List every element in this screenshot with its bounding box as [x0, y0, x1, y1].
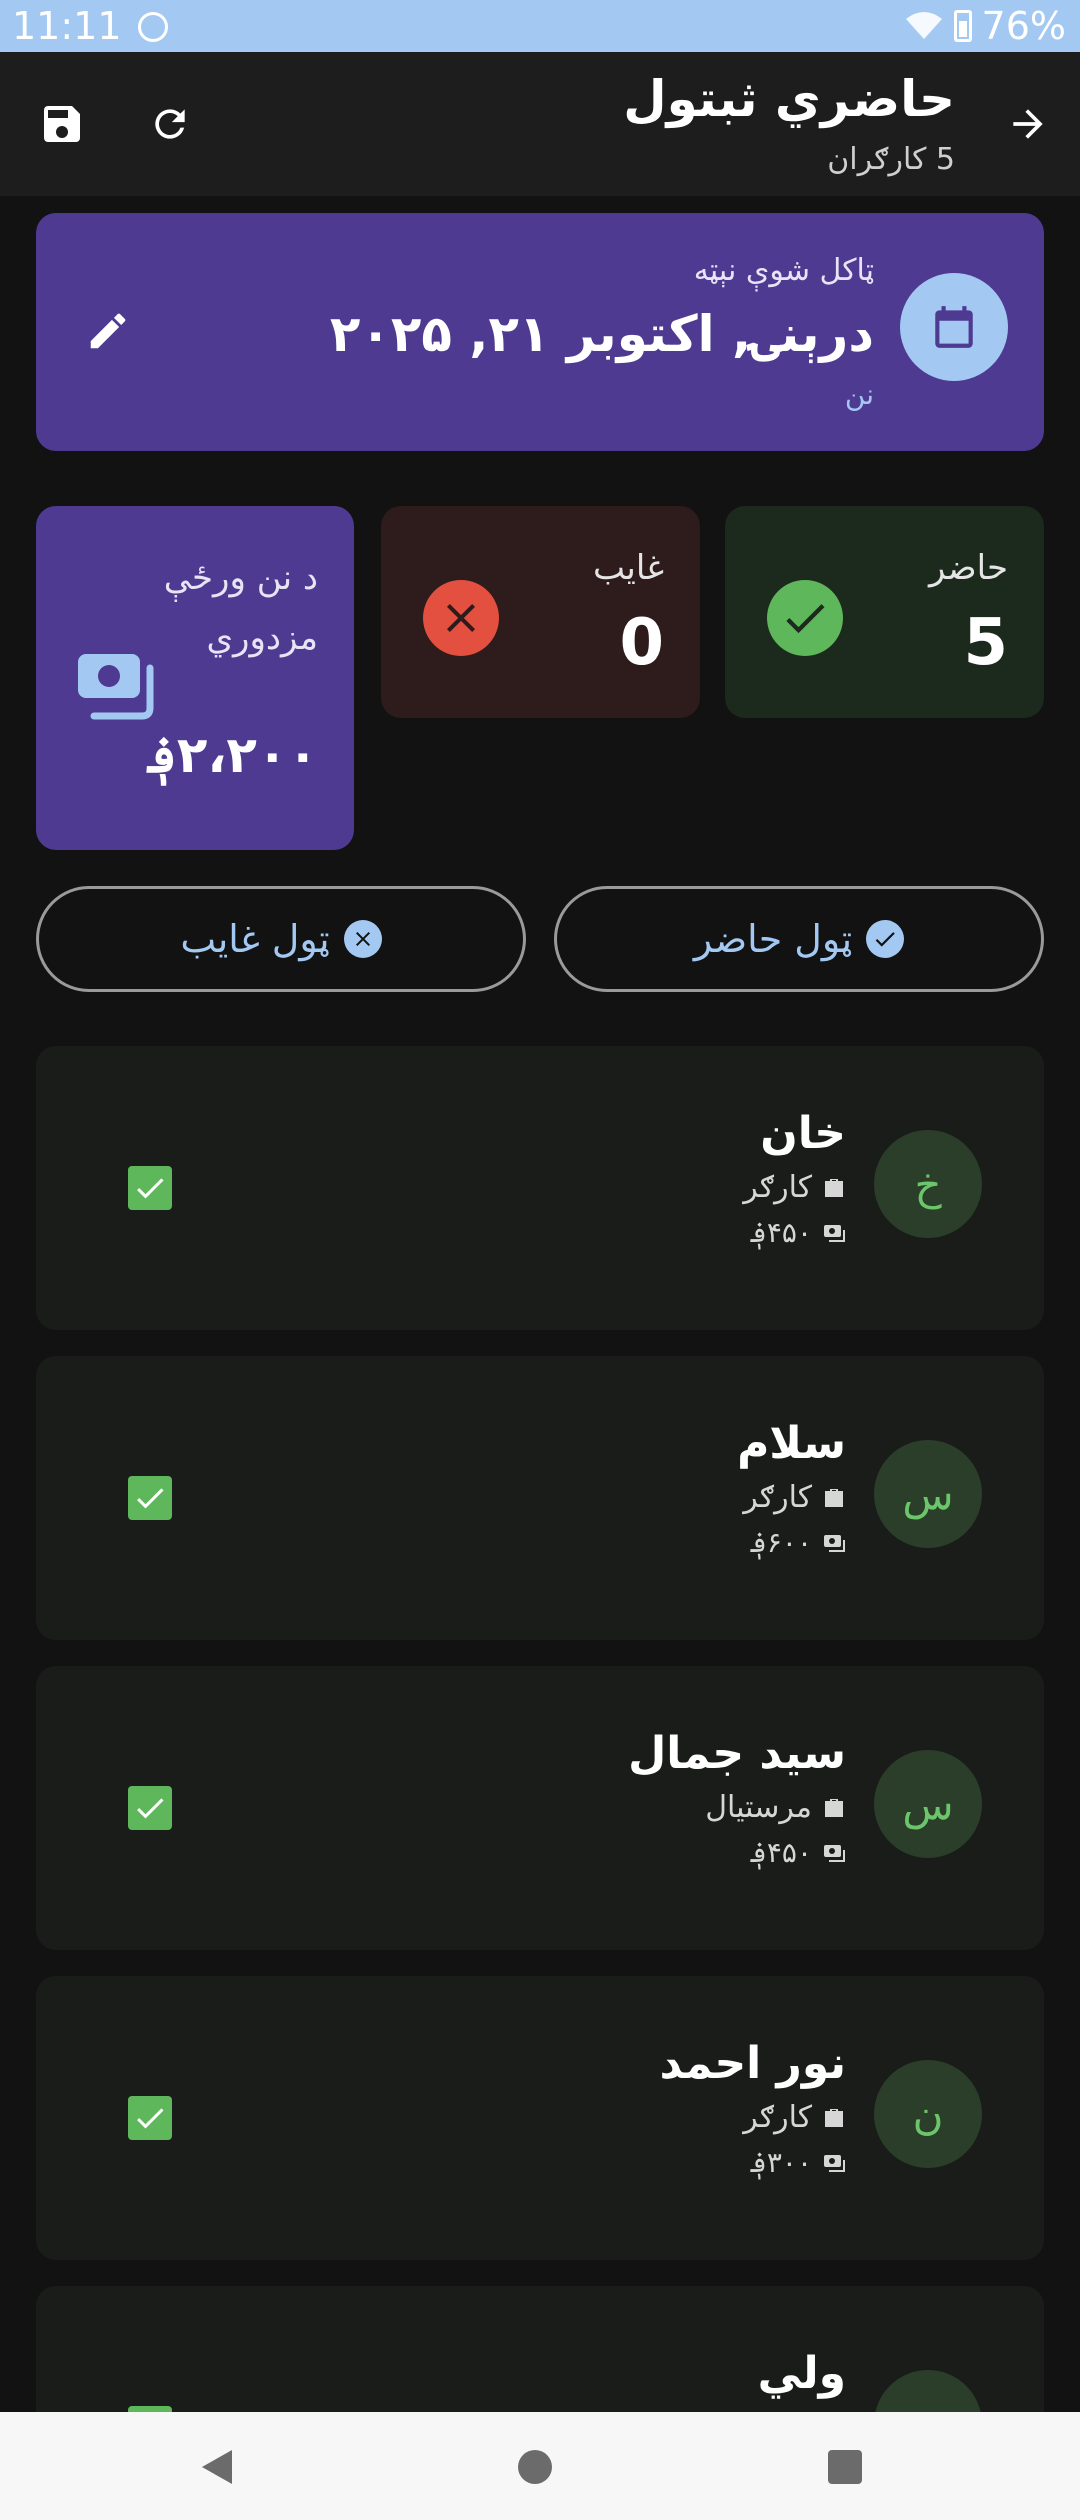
whatsapp-icon	[138, 12, 168, 42]
worker-role: کارګر	[743, 2100, 846, 2135]
edit-date-button[interactable]	[72, 295, 144, 367]
briefcase-icon	[825, 1488, 843, 1507]
worker-card[interactable]: ن نور احمد کارګر ۳۰۰؋	[36, 1976, 1044, 2260]
money-icon	[824, 2154, 845, 2172]
worker-card[interactable]: خ خان کارګر ۴۵۰؋	[36, 1046, 1044, 1330]
money-icon	[824, 1224, 845, 1242]
worker-wage: ۴۵۰؋	[750, 1836, 846, 1869]
mark-all-absent-button[interactable]: ټول غايب	[36, 886, 526, 992]
worker-wage-text: ۴۵۰؋	[750, 1216, 812, 1249]
app-bar: حاضري ثبتول 5 کارګران	[0, 52, 1080, 196]
worker-role: کارګر	[743, 1170, 846, 1205]
avatar: و	[874, 2370, 982, 2412]
date-card[interactable]: ټاکل شوې نېټه درېنۍ, اکتوبر ۲۱, ۲۰۲۵ نن	[36, 213, 1044, 451]
worker-wage-text: ۴۵۰؋	[750, 1836, 812, 1869]
present-count: 5	[963, 606, 1008, 680]
worker-wage: ۴۵۰؋	[750, 1216, 846, 1249]
worker-wage: ۶۰۰؋	[750, 1526, 846, 1559]
refresh-button[interactable]	[134, 88, 206, 160]
worker-wage-text: ۶۰۰؋	[750, 1526, 812, 1559]
nav-home-icon[interactable]	[518, 2450, 552, 2484]
system-nav-bar	[0, 2412, 1080, 2520]
nav-recents-icon[interactable]	[828, 2450, 862, 2484]
battery-icon	[953, 10, 972, 42]
worker-role-text: کارګر	[743, 1480, 812, 1515]
mark-all-present-button[interactable]: ټول حاضر	[554, 886, 1044, 992]
pencil-icon	[90, 313, 126, 349]
attendance-checkbox[interactable]	[128, 1166, 172, 1210]
worker-name: سلام	[737, 1418, 846, 1469]
avatar: خ	[874, 1130, 982, 1238]
check-circle-icon	[767, 580, 843, 656]
date-label: ټاکل شوې نېټه	[693, 253, 874, 288]
avatar: ن	[874, 2060, 982, 2168]
cancel-circle-icon	[423, 580, 499, 656]
attendance-checkbox[interactable]	[128, 2096, 172, 2140]
arrow-forward-icon	[1013, 109, 1043, 139]
check-icon	[137, 2108, 164, 2129]
worker-card[interactable]: و ولي	[36, 2286, 1044, 2412]
present-stat-card: حاضر 5	[725, 506, 1044, 718]
wages-total: ۲،۲۰۰؋	[147, 726, 318, 784]
check-icon	[137, 1798, 164, 1819]
status-time: 11:11	[12, 4, 122, 48]
mark-all-present-label: ټول حاضر	[693, 917, 853, 961]
save-button[interactable]	[26, 88, 98, 160]
save-icon	[44, 106, 80, 142]
absent-count: 0	[619, 606, 664, 680]
worker-role-text: کارګر	[743, 2100, 812, 2135]
close-badge-icon	[343, 920, 382, 958]
absent-label: غايب	[593, 548, 664, 588]
worker-name: خان	[760, 1108, 846, 1159]
money-icon	[824, 1844, 845, 1862]
attendance-checkbox[interactable]	[128, 1476, 172, 1520]
nav-back-icon[interactable]	[202, 2450, 232, 2484]
check-icon	[137, 1178, 164, 1199]
worker-wage-text: ۳۰۰؋	[750, 2146, 812, 2179]
worker-card[interactable]: س سلام کارګر ۶۰۰؋	[36, 1356, 1044, 1640]
wages-label: د نن ورځې مزدوري	[163, 558, 318, 658]
briefcase-icon	[825, 1798, 843, 1817]
worker-card[interactable]: س سید جمال مرستیال ۴۵۰؋	[36, 1666, 1044, 1950]
money-icon	[824, 1534, 845, 1552]
worker-wage: ۳۰۰؋	[750, 2146, 846, 2179]
worker-role: کارګر	[743, 1480, 846, 1515]
selected-date: درېنۍ, اکتوبر ۲۱, ۲۰۲۵	[329, 305, 874, 363]
attendance-checkbox[interactable]	[128, 1786, 172, 1830]
refresh-icon	[155, 109, 185, 139]
absent-stat-card: غايب 0	[381, 506, 700, 718]
worker-name: نور احمد	[659, 2038, 846, 2089]
present-label: حاضر	[928, 548, 1008, 588]
worker-count: 5 کارګران	[827, 142, 955, 177]
status-bar: 11:11 76%	[0, 0, 1080, 52]
page-title: حاضري ثبتول	[623, 70, 955, 128]
worker-name: سید جمال	[628, 1728, 846, 1779]
worker-name: ولي	[757, 2348, 846, 2399]
worker-role-text: کارګر	[743, 1170, 812, 1205]
mark-all-absent-label: ټول غايب	[180, 917, 330, 961]
battery-percent: 76%	[981, 4, 1066, 48]
today-label: نن	[844, 378, 874, 411]
check-badge-icon	[866, 920, 905, 958]
check-icon	[137, 1488, 164, 1509]
avatar: س	[874, 1750, 982, 1858]
calendar-icon	[900, 273, 1008, 381]
money-icon	[78, 654, 154, 720]
worker-role-text: مرستیال	[705, 1790, 812, 1825]
briefcase-icon	[825, 2108, 843, 2127]
worker-role: مرستیال	[705, 1790, 846, 1825]
avatar: س	[874, 1440, 982, 1548]
wifi-icon	[905, 12, 942, 39]
briefcase-icon	[825, 1178, 843, 1197]
back-button[interactable]	[992, 88, 1064, 160]
status-right: 76%	[904, 4, 1066, 48]
wages-stat-card: د نن ورځې مزدوري ۲،۲۰۰؋	[36, 506, 354, 850]
